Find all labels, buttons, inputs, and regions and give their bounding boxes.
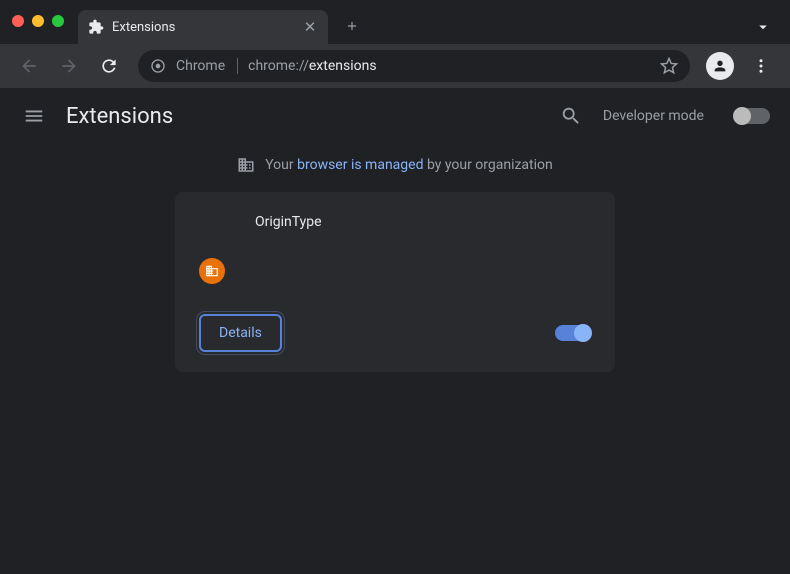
back-button[interactable] [12,49,46,83]
managed-banner: Your browser is managed by your organiza… [0,144,790,192]
new-tab-button[interactable] [338,12,366,40]
managed-badge-icon [199,258,225,284]
window-close-button[interactable] [12,15,24,27]
omnibox-chip-label: Chrome [176,58,238,74]
tab-strip: Extensions ✕ [0,0,790,44]
extension-icon-column [199,212,235,284]
tabs-overflow-button[interactable] [754,18,772,36]
bookmark-star-icon[interactable] [660,57,678,75]
extension-enable-toggle[interactable] [555,325,591,341]
extensions-grid: OriginType Details [0,192,790,372]
puzzle-icon [88,19,104,35]
reload-button[interactable] [92,49,126,83]
extension-card-footer: Details [199,314,591,352]
managed-banner-text: Your browser is managed by your organiza… [265,157,553,173]
page-title: Extensions [66,104,539,129]
address-bar[interactable]: Chrome chrome://extensions [138,50,690,82]
details-button[interactable]: Details [199,314,282,352]
forward-button[interactable] [52,49,86,83]
managed-link[interactable]: browser is managed [297,157,423,173]
search-extensions-button[interactable] [557,102,585,130]
developer-mode-toggle[interactable] [734,108,770,124]
browser-tab[interactable]: Extensions ✕ [78,10,328,44]
profile-button[interactable] [706,52,734,80]
chrome-icon [150,58,166,74]
browser-toolbar: Chrome chrome://extensions [0,44,790,88]
tab-title: Extensions [112,20,294,35]
main-menu-button[interactable] [20,102,48,130]
extension-icon [199,212,235,248]
building-icon [237,156,255,174]
window-minimize-button[interactable] [32,15,44,27]
window-maximize-button[interactable] [52,15,64,27]
close-tab-button[interactable]: ✕ [302,19,318,35]
extensions-page-header: Extensions Developer mode [0,88,790,144]
browser-menu-button[interactable] [744,49,778,83]
developer-mode-label: Developer mode [603,108,704,124]
window-controls [12,15,64,27]
omnibox-url: chrome://extensions [248,58,376,74]
extension-name: OriginType [255,214,322,230]
extension-card: OriginType Details [175,192,615,372]
extension-card-header: OriginType [199,212,591,284]
